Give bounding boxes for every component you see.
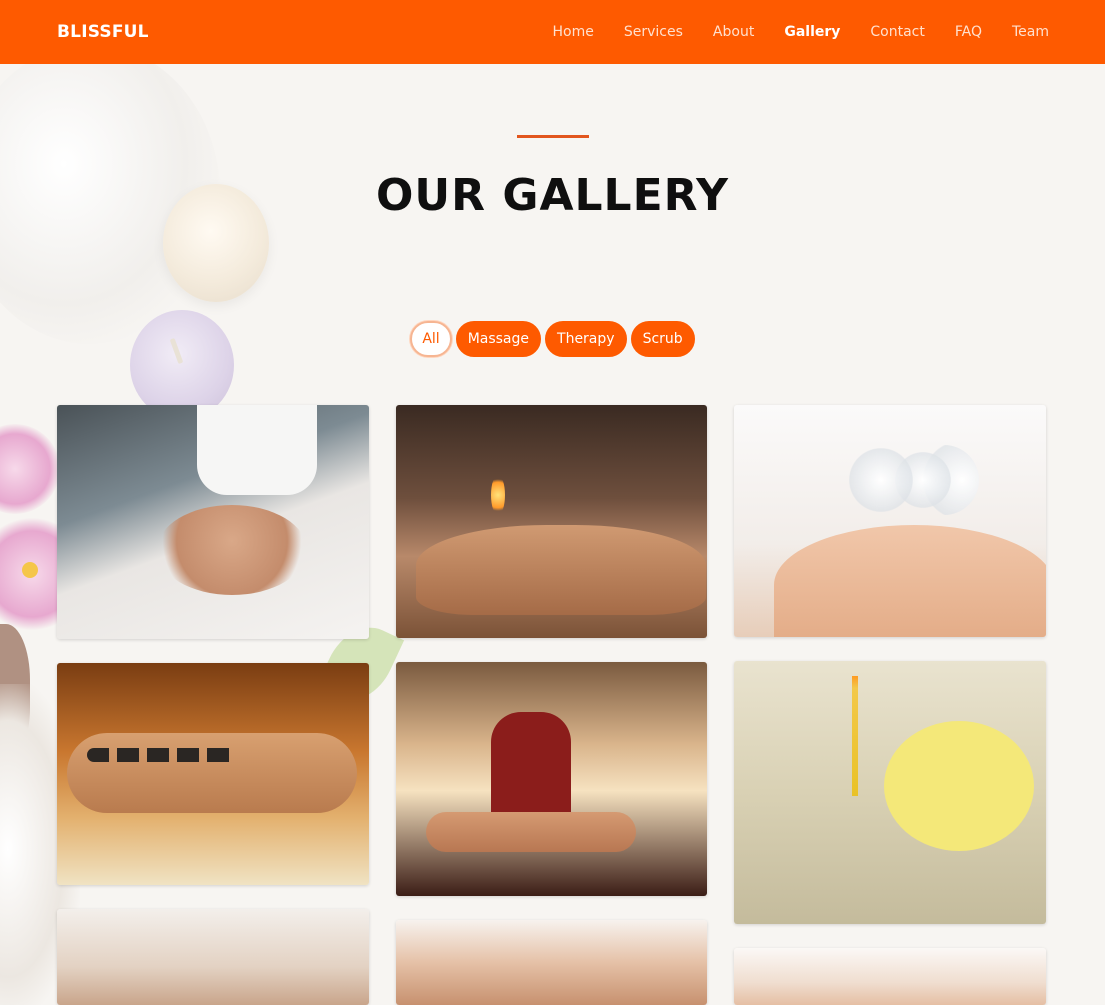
gallery-grid (57, 405, 1047, 1005)
glass-cupping-photo (734, 405, 1046, 637)
back-massage-photo (57, 909, 369, 1005)
nav-item-faq[interactable]: FAQ (940, 24, 997, 40)
gallery-item[interactable] (57, 909, 369, 1005)
fire-cupping-photo (396, 405, 707, 638)
navbar: BLISSFUL Home Services About Gallery Con… (0, 0, 1105, 64)
neck-massage-photo (396, 920, 707, 1005)
nav-item-contact[interactable]: Contact (855, 24, 939, 40)
filter-scrub-button[interactable]: Scrub (630, 321, 695, 357)
nav-item-about[interactable]: About (698, 24, 769, 40)
nav-item-home[interactable]: Home (538, 24, 609, 40)
filter-therapy-button[interactable]: Therapy (545, 321, 627, 357)
hot-stone-massage-photo (57, 663, 369, 885)
section-header: OUR GALLERY (0, 135, 1105, 221)
gallery-item[interactable] (734, 405, 1046, 637)
main-nav: Home Services About Gallery Contact FAQ … (538, 24, 1049, 40)
therapist-hot-stones-photo (396, 662, 707, 896)
orchid-decoration (0, 424, 60, 514)
face-massage-photo (734, 948, 1046, 1005)
gallery-item[interactable] (57, 663, 369, 885)
gallery-item[interactable] (396, 405, 707, 638)
filter-massage-button[interactable]: Massage (455, 321, 542, 357)
bowl-decoration (0, 624, 30, 764)
ear-candling-photo (734, 661, 1046, 924)
nav-item-services[interactable]: Services (609, 24, 698, 40)
nav-item-team[interactable]: Team (997, 24, 1049, 40)
ear-candle-massage-photo (57, 405, 369, 639)
gallery-filters: All Massage Therapy Scrub (0, 321, 1105, 357)
page-title: OUR GALLERY (376, 170, 729, 221)
title-divider (516, 135, 589, 138)
gallery-item[interactable] (734, 948, 1046, 1005)
gallery-item[interactable] (396, 920, 707, 1005)
gallery-item[interactable] (734, 661, 1046, 924)
gallery-item[interactable] (396, 662, 707, 896)
filter-all-button[interactable]: All (410, 321, 452, 357)
gallery-item[interactable] (57, 405, 369, 639)
nav-item-gallery[interactable]: Gallery (769, 24, 855, 40)
brand-logo[interactable]: BLISSFUL (57, 22, 149, 42)
